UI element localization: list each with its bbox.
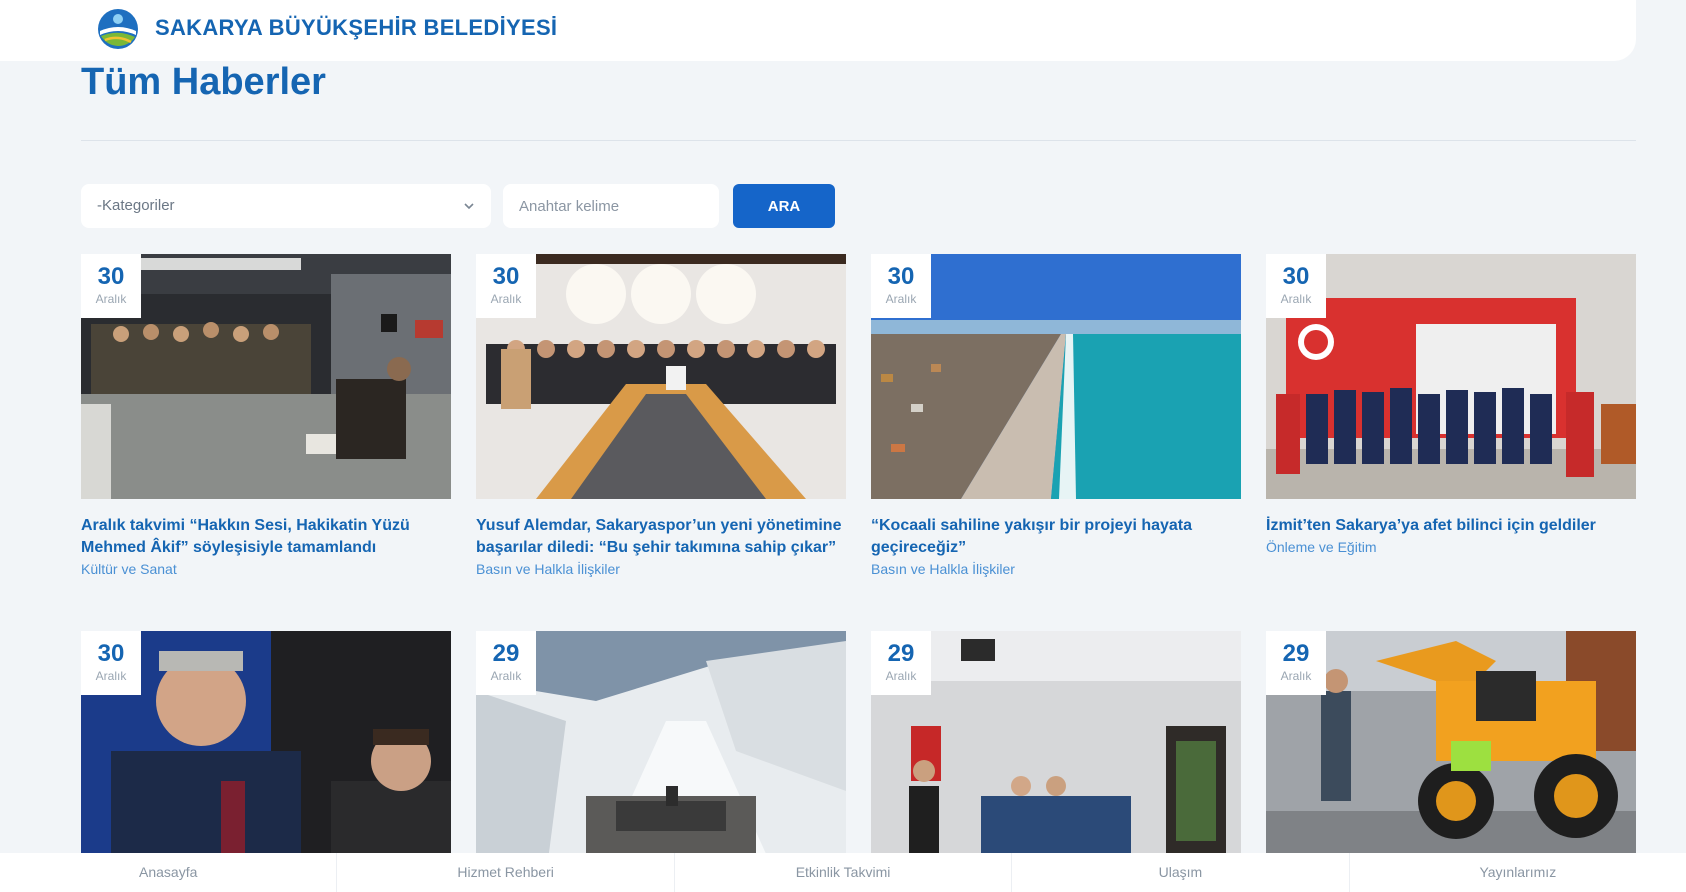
keyword-input[interactable]	[503, 184, 719, 228]
news-date: 30 Aralık	[476, 254, 536, 318]
news-date-month: Aralık	[490, 669, 522, 683]
chevron-down-icon	[464, 203, 474, 210]
news-image[interactable]: 30 Aralık	[81, 254, 451, 499]
news-card[interactable]: 30 Aralık “Kocaali sahiline yakışır bir …	[871, 254, 1241, 579]
news-title[interactable]: “Kocaali sahiline yakışır bir projeyi ha…	[871, 515, 1241, 559]
news-image[interactable]: 30 Aralık	[871, 254, 1241, 499]
news-date-month: Aralık	[885, 669, 917, 683]
news-image[interactable]: 29 Aralık	[476, 631, 846, 876]
municipality-logo[interactable]	[96, 7, 140, 51]
news-card[interactable]: 30 Aralık Aralık takvimi “Hakkın Sesi, H…	[81, 254, 451, 579]
news-category[interactable]: Kültür ve Sanat	[81, 559, 451, 579]
news-title[interactable]: Yusuf Alemdar, Sakaryaspor’un yeni yönet…	[476, 515, 846, 559]
news-title[interactable]: İzmit’ten Sakarya’ya afet bilinci için g…	[1266, 515, 1636, 537]
category-select-value: -Kategoriler	[97, 197, 175, 214]
news-date-month: Aralık	[95, 292, 127, 306]
news-date-day: 29	[1282, 640, 1310, 667]
site-header: SAKARYA BÜYÜKŞEHİR BELEDİYESİ	[0, 0, 1636, 61]
news-date-month: Aralık	[1280, 292, 1312, 306]
news-date: 30 Aralık	[1266, 254, 1326, 318]
news-date: 29 Aralık	[476, 631, 536, 695]
brand-name[interactable]: SAKARYA BÜYÜKŞEHİR BELEDİYESİ	[155, 15, 557, 41]
footer-link-hizmet-rehberi[interactable]: Hizmet Rehberi	[337, 853, 675, 892]
footer-link-anasayfa[interactable]: Anasayfa	[0, 853, 338, 892]
news-date: 30 Aralık	[871, 254, 931, 318]
news-date-day: 29	[887, 640, 915, 667]
news-image[interactable]: 29 Aralık	[871, 631, 1241, 876]
search-button[interactable]: ARA	[733, 184, 835, 228]
news-image[interactable]: 30 Aralık	[1266, 254, 1636, 499]
news-title[interactable]: Aralık takvimi “Hakkın Sesi, Hakikatin Y…	[81, 515, 451, 559]
news-date-month: Aralık	[95, 669, 127, 683]
news-category[interactable]: Önleme ve Eğitim	[1266, 537, 1636, 557]
footer-link-ulasim[interactable]: Ulaşım	[1012, 853, 1350, 892]
news-date-day: 30	[97, 263, 125, 290]
news-card[interactable]: 29 Aralık	[1266, 631, 1636, 876]
news-card[interactable]: 30 Aralık İzmit’ten Sakarya’ya afet bili…	[1266, 254, 1636, 557]
news-date-day: 30	[1282, 263, 1310, 290]
news-category[interactable]: Basın ve Halkla İlişkiler	[871, 559, 1241, 579]
news-date-day: 30	[492, 263, 520, 290]
news-date-month: Aralık	[1280, 669, 1312, 683]
category-select[interactable]: -Kategoriler	[81, 184, 491, 228]
news-card[interactable]: 30 Aralık Yusuf Alemdar, Sakaryaspor’un …	[476, 254, 846, 579]
news-category[interactable]: Basın ve Halkla İlişkiler	[476, 559, 846, 579]
divider	[81, 140, 1636, 141]
page-title: Tüm Haberler	[81, 61, 326, 103]
news-date-day: 29	[492, 640, 520, 667]
footer-link-yayinlarimiz[interactable]: Yayınlarımız	[1350, 853, 1686, 892]
news-card[interactable]: 29 Aralık	[476, 631, 846, 876]
news-date-day: 30	[97, 640, 125, 667]
footer-link-etkinlik-takvimi[interactable]: Etkinlik Takvimi	[675, 853, 1013, 892]
news-image[interactable]: 29 Aralık	[1266, 631, 1636, 876]
news-card[interactable]: 29 Aralık	[871, 631, 1241, 876]
bottom-nav: Anasayfa Hizmet Rehberi Etkinlik Takvimi…	[0, 853, 1686, 892]
news-date-month: Aralık	[490, 292, 522, 306]
news-date: 30 Aralık	[81, 631, 141, 695]
news-date-month: Aralık	[885, 292, 917, 306]
news-date: 29 Aralık	[871, 631, 931, 695]
news-date: 30 Aralık	[81, 254, 141, 318]
news-image[interactable]: 30 Aralık	[476, 254, 846, 499]
news-image[interactable]: 30 Aralık	[81, 631, 451, 876]
news-date-day: 30	[887, 263, 915, 290]
news-card[interactable]: 30 Aralık	[81, 631, 451, 876]
news-date: 29 Aralık	[1266, 631, 1326, 695]
